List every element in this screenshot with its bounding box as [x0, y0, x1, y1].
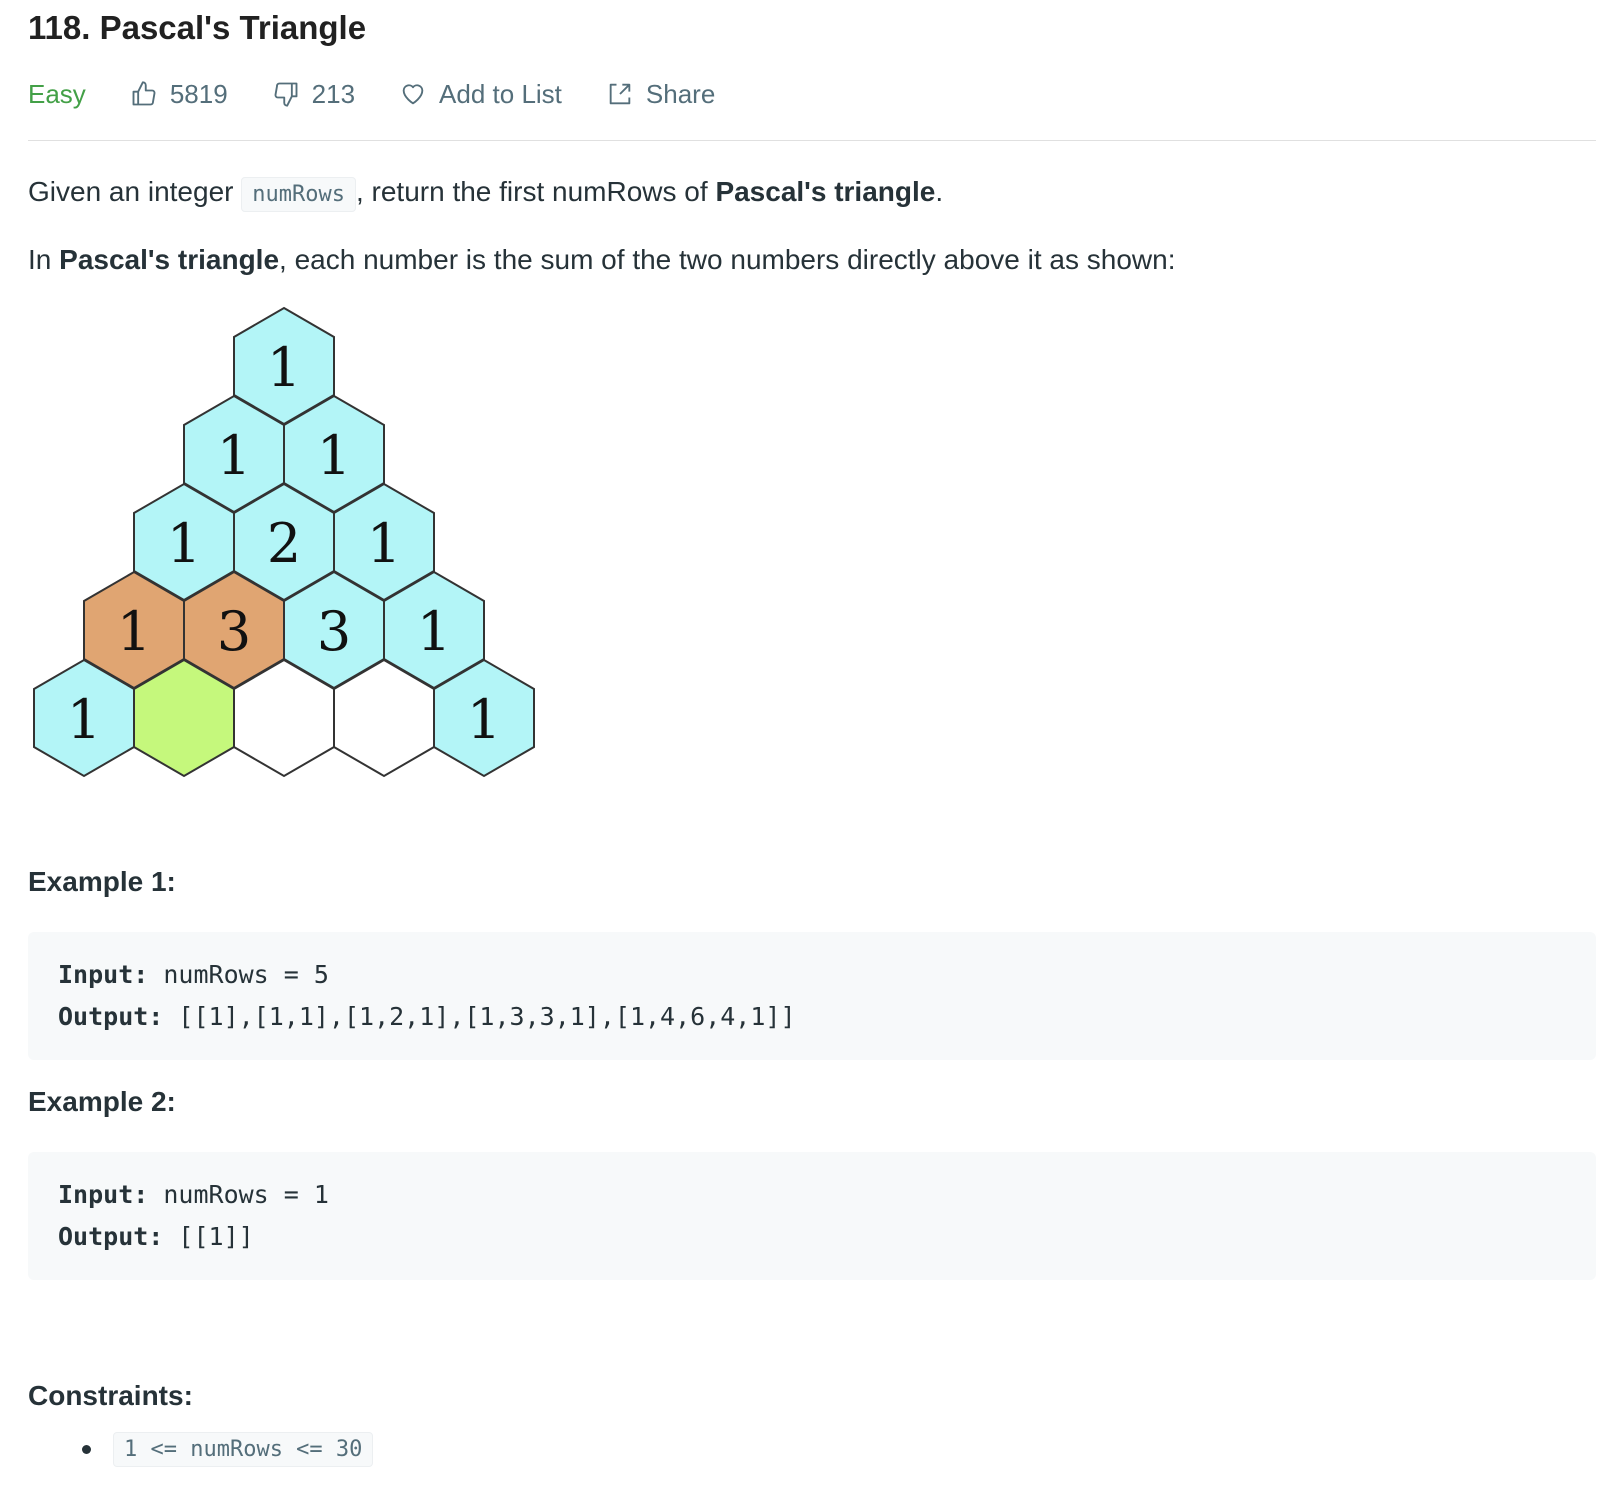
page-title: 118. Pascal's Triangle [28, 9, 367, 46]
example-1-heading: Example 1: [28, 866, 176, 897]
difficulty-badge: Easy [28, 78, 86, 109]
example-1-block: Input: numRows = 5 Output: [[1],[1,1],[1… [28, 932, 1596, 1060]
pascal-triangle-figure: 11 11 2 11 3 3 11 1 [33, 306, 535, 778]
heart-icon [402, 84, 424, 105]
thumbs-down-icon [274, 82, 298, 107]
inline-code: numRows [241, 177, 356, 212]
constraints-list: 1 <= numRows <= 30 [28, 1432, 374, 1467]
dislike-count: 213 [311, 78, 356, 109]
share-button[interactable]: Share [606, 79, 715, 110]
problem-meta-bar: Easy 5819 213 Add to List Share [28, 72, 759, 116]
list-item: 1 <= numRows <= 30 [28, 1432, 374, 1467]
cell-value: 3 [317, 600, 351, 663]
cell-value: 1 [367, 512, 401, 575]
cell-value: 1 [267, 336, 301, 399]
cell-value: 1 [217, 424, 251, 487]
cell-value: 2 [267, 512, 301, 575]
cell-value: 1 [417, 600, 451, 663]
description-paragraph-2: In Pascal's triangle, each number is the… [28, 244, 1176, 275]
share-label: Share [645, 78, 716, 109]
bullet [82, 1445, 91, 1454]
thumbs-up-icon [132, 81, 156, 106]
cell-value: 1 [467, 688, 501, 751]
add-to-list-label: Add to List [439, 78, 562, 109]
share-icon [609, 83, 631, 105]
dislike-button[interactable]: 213 [272, 79, 355, 110]
like-count: 5819 [169, 78, 228, 109]
cell-value: 3 [217, 600, 251, 663]
cell-value: 1 [167, 512, 201, 575]
cell-value: 1 [67, 688, 101, 751]
divider [28, 140, 1596, 141]
constraints-heading: Constraints: [28, 1380, 193, 1411]
cell-value: 1 [317, 424, 351, 487]
cell-value: 1 [117, 600, 151, 663]
add-to-list-button[interactable]: Add to List [399, 79, 562, 110]
like-button[interactable]: 5819 [130, 79, 228, 110]
description-paragraph-1: Given an integer numRows, return the fir… [28, 172, 943, 215]
example-2-heading: Example 2: [28, 1086, 176, 1117]
example-2-block: Input: numRows = 1 Output: [[1]] [28, 1152, 1596, 1280]
inline-code: 1 <= numRows <= 30 [113, 1432, 374, 1467]
